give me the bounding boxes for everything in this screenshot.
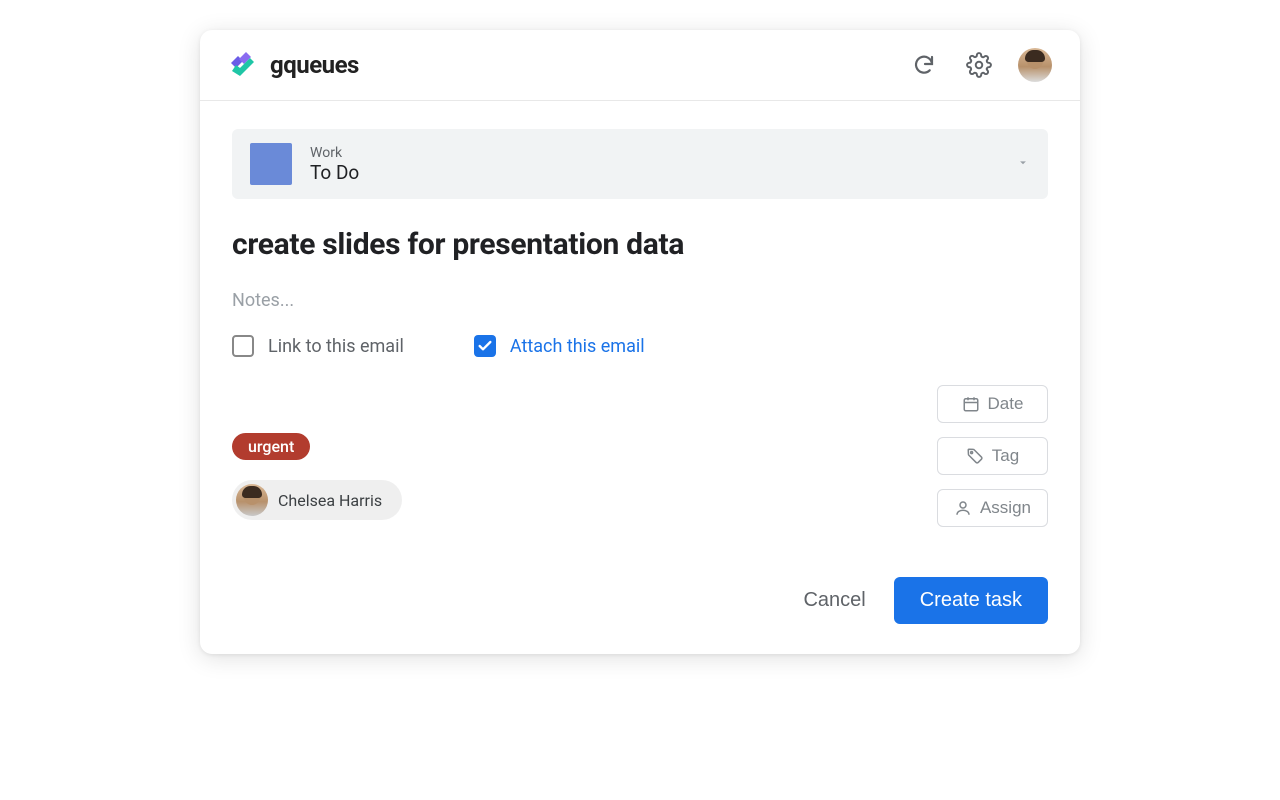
- header-actions: [908, 48, 1052, 82]
- dialog-footer: Cancel Create task: [200, 547, 1080, 654]
- tag-chip-urgent[interactable]: urgent: [232, 433, 310, 460]
- date-button-label: Date: [988, 394, 1024, 414]
- assignee-avatar-icon: [236, 484, 268, 516]
- meta-right: Date Tag Assign: [937, 385, 1048, 527]
- create-task-button[interactable]: Create task: [894, 577, 1048, 624]
- logo-mark-icon: [228, 49, 260, 81]
- dialog-header: gqueues: [200, 30, 1080, 101]
- refresh-icon: [912, 53, 936, 77]
- tag-icon: [966, 447, 984, 465]
- create-task-dialog: gqueues Work To Do: [200, 30, 1080, 654]
- link-email-label: Link to this email: [268, 336, 404, 357]
- queue-color-swatch: [250, 143, 292, 185]
- app-logo: gqueues: [228, 49, 359, 81]
- link-email-option[interactable]: Link to this email: [232, 335, 404, 357]
- attach-email-label: Attach this email: [510, 336, 645, 357]
- queue-text: Work To Do: [310, 145, 359, 184]
- tag-button-label: Tag: [992, 446, 1019, 466]
- email-options: Link to this email Attach this email: [232, 335, 1048, 357]
- calendar-icon: [962, 395, 980, 413]
- dialog-body: Work To Do create slides for presentatio…: [200, 101, 1080, 547]
- settings-button[interactable]: [962, 48, 996, 82]
- chevron-down-icon: [1016, 155, 1030, 174]
- meta-row: urgent Chelsea Harris Date Tag Assign: [232, 385, 1048, 527]
- assign-button[interactable]: Assign: [937, 489, 1048, 527]
- date-button[interactable]: Date: [937, 385, 1048, 423]
- refresh-button[interactable]: [908, 49, 940, 81]
- checkbox-checked-icon: [474, 335, 496, 357]
- attach-email-option[interactable]: Attach this email: [474, 335, 645, 357]
- notes-input[interactable]: Notes...: [232, 290, 1048, 311]
- tag-button[interactable]: Tag: [937, 437, 1048, 475]
- gear-icon: [966, 52, 992, 78]
- assign-button-label: Assign: [980, 498, 1031, 518]
- checkbox-unchecked-icon: [232, 335, 254, 357]
- assignee-name: Chelsea Harris: [278, 491, 382, 510]
- queue-category: Work: [310, 145, 359, 161]
- queue-selector[interactable]: Work To Do: [232, 129, 1048, 199]
- user-avatar[interactable]: [1018, 48, 1052, 82]
- app-name: gqueues: [270, 51, 359, 79]
- meta-left: urgent Chelsea Harris: [232, 385, 402, 520]
- cancel-button[interactable]: Cancel: [803, 589, 865, 612]
- task-title-input[interactable]: create slides for presentation data: [232, 227, 1048, 262]
- assignee-chip[interactable]: Chelsea Harris: [232, 480, 402, 520]
- person-icon: [954, 499, 972, 517]
- queue-name: To Do: [310, 161, 359, 184]
